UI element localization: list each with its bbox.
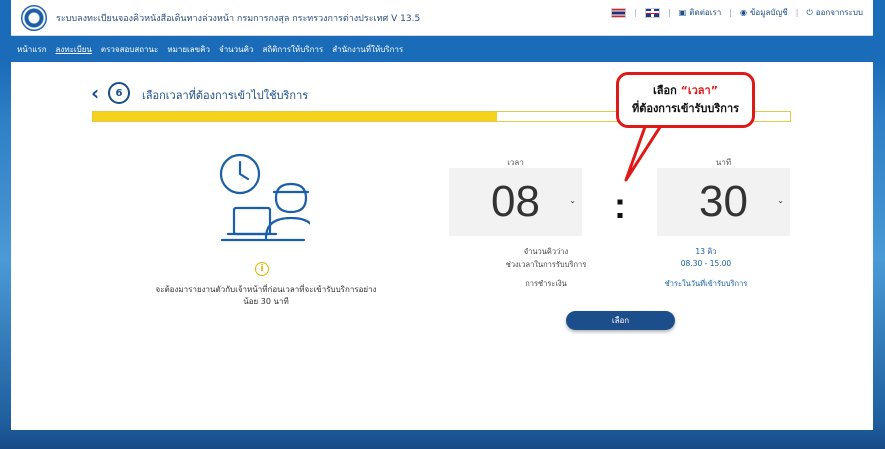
profile-link[interactable]: ◉ ข้อมูลบัญชี xyxy=(740,6,788,19)
uk-flag-icon[interactable] xyxy=(645,7,661,18)
chevron-down-icon: ⌄ xyxy=(777,196,784,205)
department-logo xyxy=(21,5,47,31)
available-value: 13 คิว xyxy=(695,247,717,256)
nav-offices[interactable]: สำนักงานที่ให้บริการ xyxy=(332,43,403,56)
payment-value: ชำระในวันที่เข้ารับบริการ xyxy=(664,279,748,288)
select-button[interactable]: เลือก xyxy=(566,311,675,330)
header-links: | | ▣ ติดต่อเรา | ◉ ข้อมูลบัญชี | ⏻ ออกจ… xyxy=(611,6,863,19)
power-icon: ⏻ xyxy=(806,7,813,17)
instruction-callout: เลือก “เวลา” ที่ต้องการเข้ารับบริการ xyxy=(616,72,755,128)
callout-line-2: ที่ต้องการเข้ารับบริการ xyxy=(631,102,740,115)
period-value: 08.30 - 15.00 xyxy=(680,259,732,268)
page-title: เลือกเวลาที่ต้องการเข้าไปใช้บริการ xyxy=(142,89,309,102)
thai-flag-icon[interactable] xyxy=(611,7,627,18)
available-label: จำนวนคิวว่าง xyxy=(523,247,569,256)
nav-register[interactable]: ลงทะเบียน xyxy=(56,43,92,56)
reporting-notice: จะต้องมารายงานตัวกับเจ้าหน้าที่ก่อนเวลาท… xyxy=(155,285,377,306)
minute-value: 30 xyxy=(699,177,748,226)
hour-select[interactable]: 08 ⌄ xyxy=(449,168,582,236)
hour-value: 08 xyxy=(491,177,540,226)
callout-line-1: เลือก “เวลา” xyxy=(653,84,718,97)
callout-pointer xyxy=(624,123,664,182)
nav-queue-count[interactable]: จำนวนคิว xyxy=(219,43,253,56)
contact-link[interactable]: ▣ ติดต่อเรา xyxy=(679,6,721,19)
period-label: ช่วงเวลาในการรับบริการ xyxy=(505,260,587,269)
site-title: ระบบลงทะเบียนจองคิวหนังสือเดินทางล่วงหน้… xyxy=(56,14,421,24)
info-icon: i xyxy=(255,262,269,276)
chevron-down-icon: ⌄ xyxy=(569,196,576,205)
nav-home[interactable]: หน้าแรก xyxy=(17,43,47,56)
nav-statistics[interactable]: สถิติการให้บริการ xyxy=(262,43,323,56)
payment-label: การชำระเงิน xyxy=(525,279,567,288)
progress-fill xyxy=(93,112,498,121)
top-header: ระบบลงทะเบียนจองคิวหนังสือเดินทางล่วงหน้… xyxy=(11,0,873,36)
facebook-icon: ▣ xyxy=(678,8,687,17)
step-number: 6 xyxy=(108,82,130,104)
nav-queue-number[interactable]: หมายเลขคิว xyxy=(167,43,210,56)
user-icon: ◉ xyxy=(739,8,747,17)
time-separator: : xyxy=(614,185,626,226)
nav-check-status[interactable]: ตรวจสอบสถานะ xyxy=(101,43,158,56)
logout-link[interactable]: ⏻ ออกจากระบบ xyxy=(806,6,863,19)
clock-person-illustration xyxy=(219,153,310,242)
back-arrow-icon[interactable]: ‹ xyxy=(91,83,99,103)
main-nav: หน้าแรก ลงทะเบียน ตรวจสอบสถานะ หมายเลขคิ… xyxy=(11,36,873,62)
